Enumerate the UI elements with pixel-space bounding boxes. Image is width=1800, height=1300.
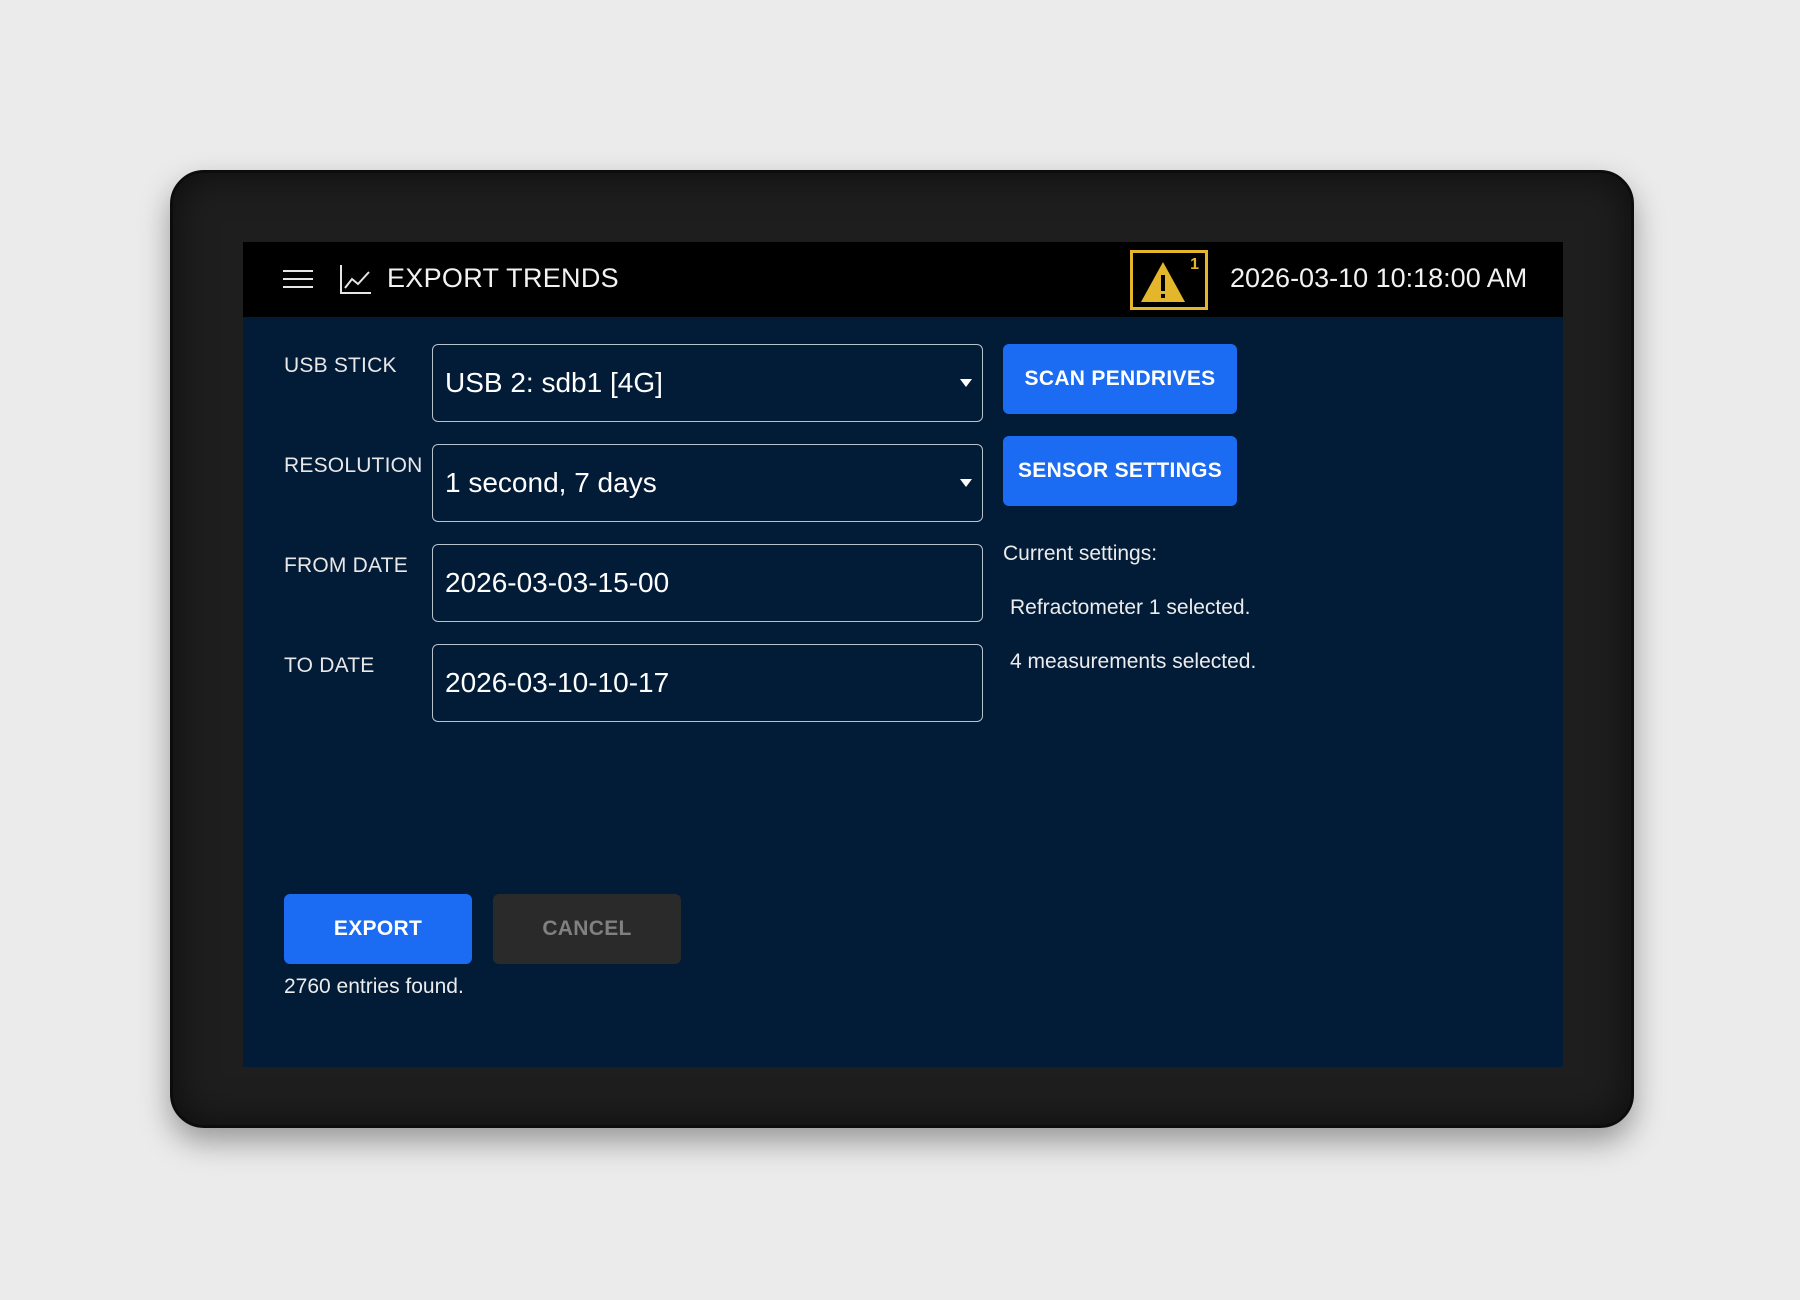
cancel-button[interactable]: CANCEL	[493, 894, 681, 964]
chevron-down-icon	[960, 379, 972, 387]
usb-stick-value: USB 2: sdb1 [4G]	[445, 367, 663, 398]
alarm-button[interactable]: 1	[1130, 250, 1208, 310]
page-title: EXPORT TRENDS	[387, 263, 619, 293]
export-button[interactable]: EXPORT	[284, 894, 472, 964]
screen: EXPORT TRENDS 1 2026-03-10 10:18:00 AM U…	[243, 242, 1563, 1067]
sensor-selection-text: Refractometer 1 selected.	[1010, 596, 1251, 619]
to-date-label: TO DATE	[284, 654, 375, 677]
line-chart-icon	[340, 265, 371, 294]
top-bar: EXPORT TRENDS 1 2026-03-10 10:18:00 AM	[243, 242, 1563, 317]
hamburger-menu-icon[interactable]	[283, 270, 313, 290]
sensor-settings-button[interactable]: SENSOR SETTINGS	[1003, 436, 1237, 506]
resolution-dropdown[interactable]: 1 second, 7 days	[432, 444, 983, 522]
datetime-display: 2026-03-10 10:18:00 AM	[1230, 263, 1528, 293]
measurement-selection-text: 4 measurements selected.	[1010, 650, 1257, 673]
scan-pendrives-button[interactable]: SCAN PENDRIVES	[1003, 344, 1237, 414]
usb-stick-label: USB STICK	[284, 354, 397, 377]
usb-stick-dropdown[interactable]: USB 2: sdb1 [4G]	[432, 344, 983, 422]
resolution-label: RESOLUTION	[284, 454, 423, 477]
from-date-input[interactable]: 2026-03-03-15-00	[432, 544, 983, 622]
to-date-input[interactable]: 2026-03-10-10-17	[432, 644, 983, 722]
to-date-value: 2026-03-10-10-17	[445, 667, 670, 698]
resolution-value: 1 second, 7 days	[445, 467, 657, 498]
from-date-label: FROM DATE	[284, 554, 408, 577]
warning-triangle-icon	[1141, 262, 1185, 302]
entries-found-text: 2760 entries found.	[284, 975, 464, 998]
chevron-down-icon	[960, 479, 972, 487]
alarm-count-badge: 1	[1190, 256, 1199, 273]
from-date-value: 2026-03-03-15-00	[445, 567, 670, 598]
current-settings-heading: Current settings:	[1003, 542, 1158, 565]
